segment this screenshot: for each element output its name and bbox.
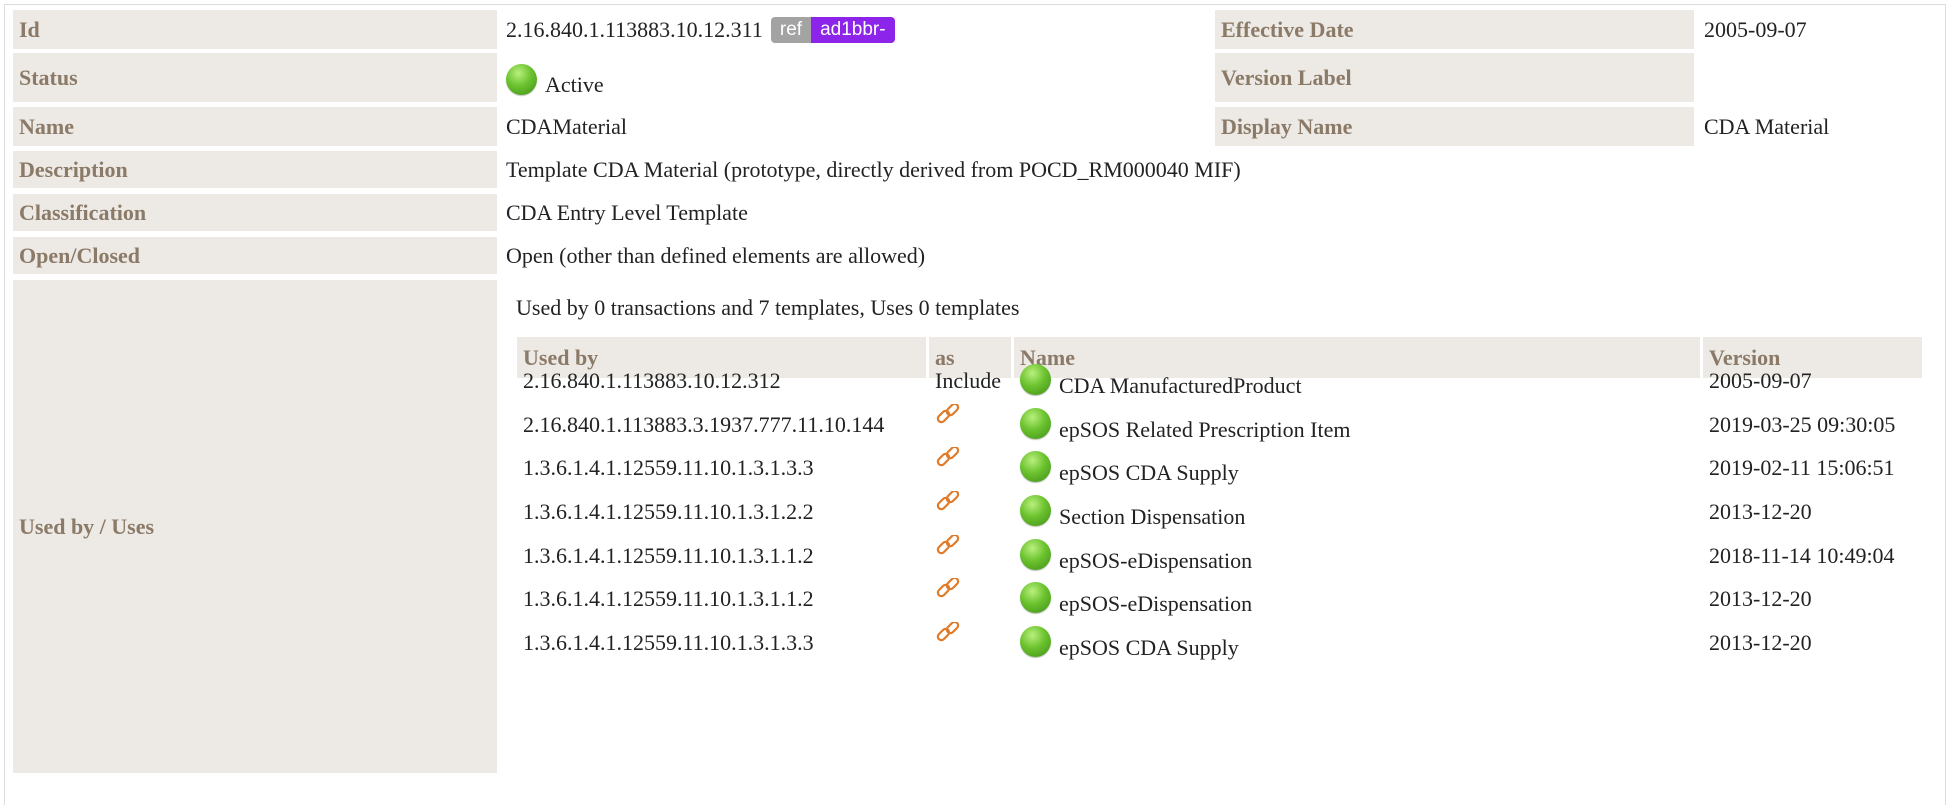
label-effective-date: Effective Date — [1215, 10, 1694, 49]
used-by-id-link[interactable]: 1.3.6.1.4.1.12559.11.10.1.3.1.3.3 — [523, 616, 814, 670]
label-id: Id — [13, 10, 497, 49]
label-open-closed: Open/Closed — [13, 237, 497, 274]
green-status-dot-icon — [506, 63, 537, 95]
display-name-value: CDA Material — [1704, 113, 1830, 139]
green-status-dot-icon — [1020, 494, 1051, 526]
description-value: Template CDA Material (prototype, direct… — [506, 156, 1241, 182]
label-status: Status — [13, 53, 497, 102]
template-id-text: 2.16.840.1.113883.10.12.311 — [506, 16, 763, 42]
green-status-dot-icon — [1020, 407, 1051, 439]
effective-date-value: 2005-09-07 — [1704, 16, 1807, 42]
template-name: epSOS-eDispensation — [1059, 591, 1253, 616]
open-closed-value: Open (other than defined elements are al… — [506, 242, 926, 268]
status-text: Active — [545, 72, 604, 97]
green-status-dot-icon — [1020, 581, 1051, 613]
label-display-name: Display Name — [1215, 107, 1694, 146]
green-status-dot-icon — [1020, 538, 1051, 570]
template-name: epSOS CDA Supply — [1059, 460, 1239, 485]
ref-badge[interactable]: ref — [770, 16, 812, 43]
label-used-by-uses: Used by / Uses — [13, 280, 497, 773]
template-name: epSOS Related Prescription Item — [1059, 417, 1351, 442]
label-version-label: Version Label — [1215, 53, 1694, 102]
template-id-value: 2.16.840.1.113883.10.12.311 ref ad1bbr- — [506, 10, 895, 49]
label-classification: Classification — [13, 194, 497, 231]
usage-table-row: 1.3.6.1.4.1.12559.11.10.1.3.1.3.3 epSOS C… — [516, 616, 1922, 670]
template-name: CDA ManufacturedProduct — [1059, 373, 1302, 398]
link-icon[interactable] — [935, 616, 961, 670]
template-name: epSOS-eDispensation — [1059, 548, 1253, 573]
green-status-dot-icon — [1020, 625, 1051, 657]
label-name: Name — [13, 107, 497, 146]
template-name-cell[interactable]: epSOS CDA Supply — [1020, 616, 1239, 670]
green-status-dot-icon — [1020, 450, 1051, 482]
green-status-dot-icon — [1020, 363, 1051, 395]
usage-summary: Used by 0 transactions and 7 templates, … — [516, 295, 1020, 320]
template-name: Section Dispensation — [1059, 504, 1246, 529]
name-value: CDAMaterial — [506, 113, 627, 139]
template-name: epSOS CDA Supply — [1059, 635, 1239, 660]
ref-id-badge[interactable]: ad1bbr- — [811, 16, 895, 43]
classification-value: CDA Entry Level Template — [506, 199, 748, 225]
template-version: 2013-12-20 — [1709, 630, 1812, 655]
label-description: Description — [13, 151, 497, 188]
